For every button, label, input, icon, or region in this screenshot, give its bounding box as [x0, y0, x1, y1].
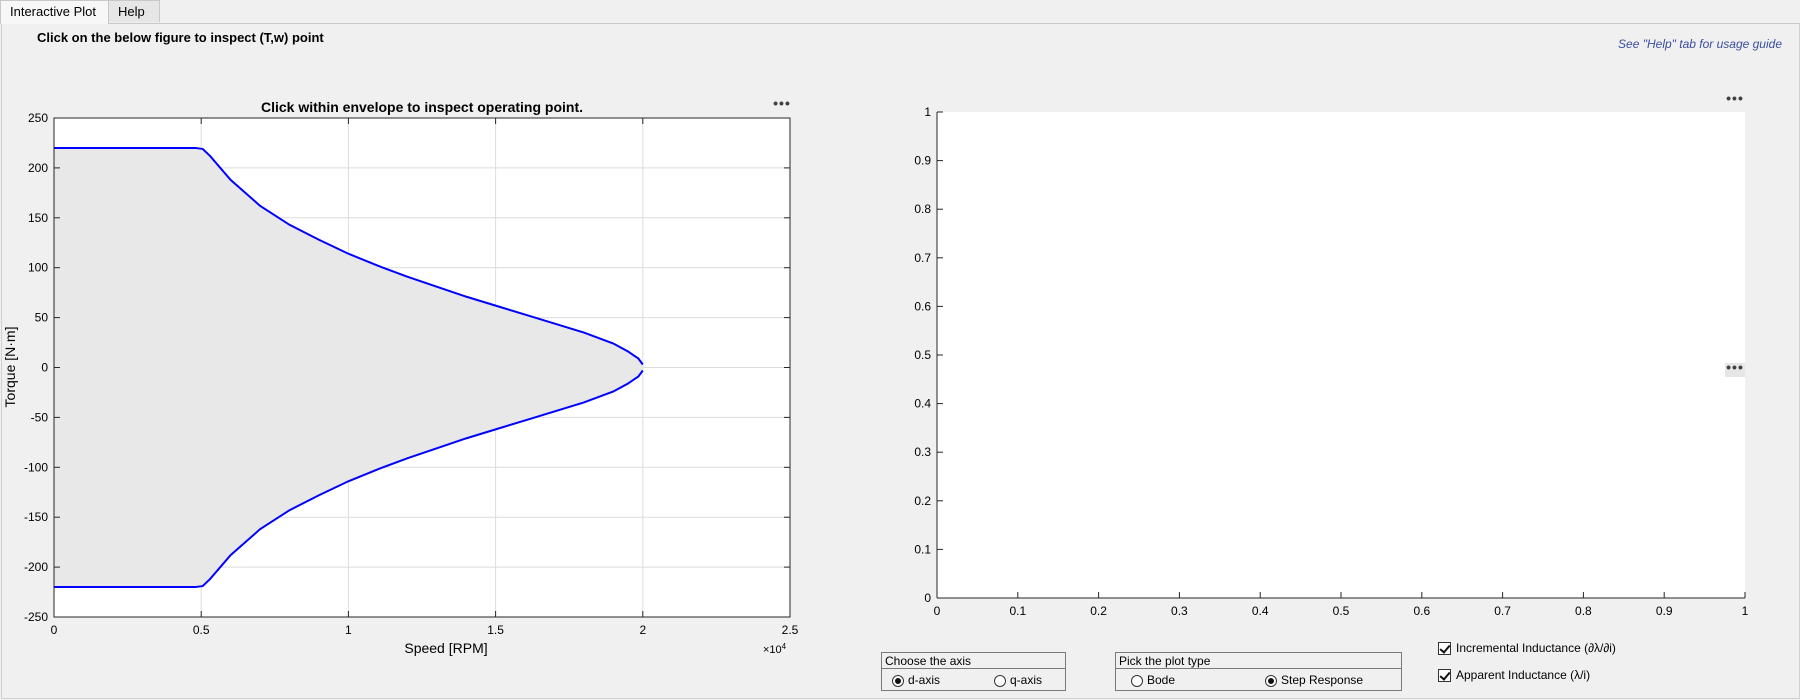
torque-speed-envelope-chart[interactable]: 0 0.5 1 1.5 2 2.5 250 200 150 100 50 0 -50 -100 -150 -2… [0, 90, 800, 690]
incremental-inductance-checkbox[interactable]: Incremental Inductance (∂λ/∂i) [1438, 640, 1616, 656]
d-axis-radio[interactable]: d-axis [892, 672, 940, 688]
response-x-tick-label: 0.7 [1494, 604, 1511, 618]
y-tick-label: 100 [28, 261, 48, 275]
response-axes-toolbar-menu-button[interactable]: ••• [1725, 91, 1745, 108]
response-plot-area [937, 112, 1745, 598]
bode-radio-indicator[interactable] [1131, 674, 1143, 687]
x-axis-label: Speed [RPM] [404, 640, 487, 656]
response-x-tick-label: 0.4 [1252, 604, 1269, 618]
y-axis-label: Torque [N·m] [2, 327, 18, 408]
response-y-tick-label: 0.9 [914, 154, 931, 168]
response-y-tick-label: 0.7 [914, 251, 931, 265]
response-x-tick-label: 0.1 [1009, 604, 1026, 618]
side-panel-menu-button[interactable]: ••• [1725, 360, 1745, 377]
q-axis-label: q-axis [1010, 673, 1043, 687]
x-tick-label: 2 [639, 623, 646, 637]
incremental-inductance-checkbox-box[interactable] [1438, 642, 1451, 656]
y-tick-label: -100 [24, 460, 48, 474]
response-y-tick-label: 0.4 [914, 397, 931, 411]
response-plot[interactable]: 0 0.1 0.2 0.3 0.4 0.5 0.6 0.7 0.8 0.9 1 1 0.9 0.8 0.7 0… [880, 100, 1780, 640]
response-y-tick-label: 0 [924, 591, 931, 605]
response-x-tick-label: 0 [934, 604, 941, 618]
x-multiplier-exponent: 4 [782, 642, 787, 651]
step-response-radio-indicator[interactable] [1265, 674, 1277, 687]
instruction-text: Click on the below figure to inspect (T,… [37, 30, 324, 45]
apparent-inductance-label: Apparent Inductance (λ/i) [1456, 668, 1591, 682]
y-tick-label: -250 [24, 610, 48, 624]
apparent-inductance-checkbox-box[interactable] [1438, 669, 1451, 683]
response-y-tick-label: 0.8 [914, 202, 931, 216]
response-x-tick-label: 0.5 [1333, 604, 1350, 618]
bode-radio[interactable]: Bode [1131, 672, 1175, 688]
response-x-tick-label: 0.9 [1656, 604, 1673, 618]
response-x-tick-label: 0.6 [1413, 604, 1430, 618]
bode-label: Bode [1147, 673, 1176, 687]
x-axis-multiplier: ×104 [763, 642, 787, 656]
plot-type-title: Pick the plot type [1116, 653, 1401, 669]
d-axis-radio-indicator[interactable] [892, 674, 904, 687]
x-multiplier-base: ×10 [763, 644, 782, 656]
apparent-inductance-checkbox[interactable]: Apparent Inductance (λ/i) [1438, 667, 1590, 683]
step-response-label: Step Response [1281, 673, 1364, 687]
axes-toolbar-menu-button[interactable]: ••• [772, 96, 792, 113]
q-axis-radio[interactable]: q-axis [994, 672, 1042, 688]
y-tick-label: 150 [28, 211, 48, 225]
y-tick-label: 50 [35, 311, 49, 325]
response-x-tick-label: 0.2 [1090, 604, 1107, 618]
x-tick-label: 1 [345, 623, 352, 637]
y-tick-label: -150 [24, 510, 48, 524]
incremental-inductance-label: Incremental Inductance (∂λ/∂i) [1456, 641, 1616, 655]
response-x-tick-label: 0.3 [1171, 604, 1188, 618]
y-tick-label: -200 [24, 560, 48, 574]
y-tick-label: 200 [28, 161, 48, 175]
tab-bar: Interactive Plot Help [0, 0, 1800, 24]
y-tick-label: 250 [28, 111, 48, 125]
q-axis-radio-indicator[interactable] [994, 674, 1006, 687]
response-y-tick-label: 0.1 [914, 542, 931, 556]
x-tick-label: 2.5 [782, 623, 799, 637]
response-y-tick-label: 0.2 [914, 494, 931, 508]
chart-title: Click within envelope to inspect operati… [261, 99, 583, 115]
tab-help[interactable]: Help [108, 0, 160, 22]
plot-type-group: Pick the plot type Bode Step Response [1115, 652, 1402, 691]
response-x-tick-label: 1 [1742, 604, 1749, 618]
response-y-tick-label: 0.5 [914, 348, 931, 362]
response-y-tick-label: 1 [924, 105, 931, 119]
tab-interactive-plot[interactable]: Interactive Plot [0, 0, 109, 24]
y-tick-label: -50 [31, 410, 49, 424]
help-hint-link[interactable]: See "Help" tab for usage guide [1618, 37, 1782, 51]
d-axis-label: d-axis [908, 673, 941, 687]
y-tick-label: 0 [41, 361, 48, 375]
step-response-radio[interactable]: Step Response [1265, 672, 1363, 688]
x-tick-label: 1.5 [487, 623, 504, 637]
axis-choice-title: Choose the axis [882, 653, 1065, 669]
response-x-tick-label: 0.8 [1575, 604, 1592, 618]
x-tick-label: 0.5 [193, 623, 210, 637]
x-tick-label: 0 [51, 623, 58, 637]
axis-choice-group: Choose the axis d-axis q-axis [881, 652, 1066, 691]
response-y-tick-label: 0.6 [914, 299, 931, 313]
response-y-tick-label: 0.3 [914, 445, 931, 459]
